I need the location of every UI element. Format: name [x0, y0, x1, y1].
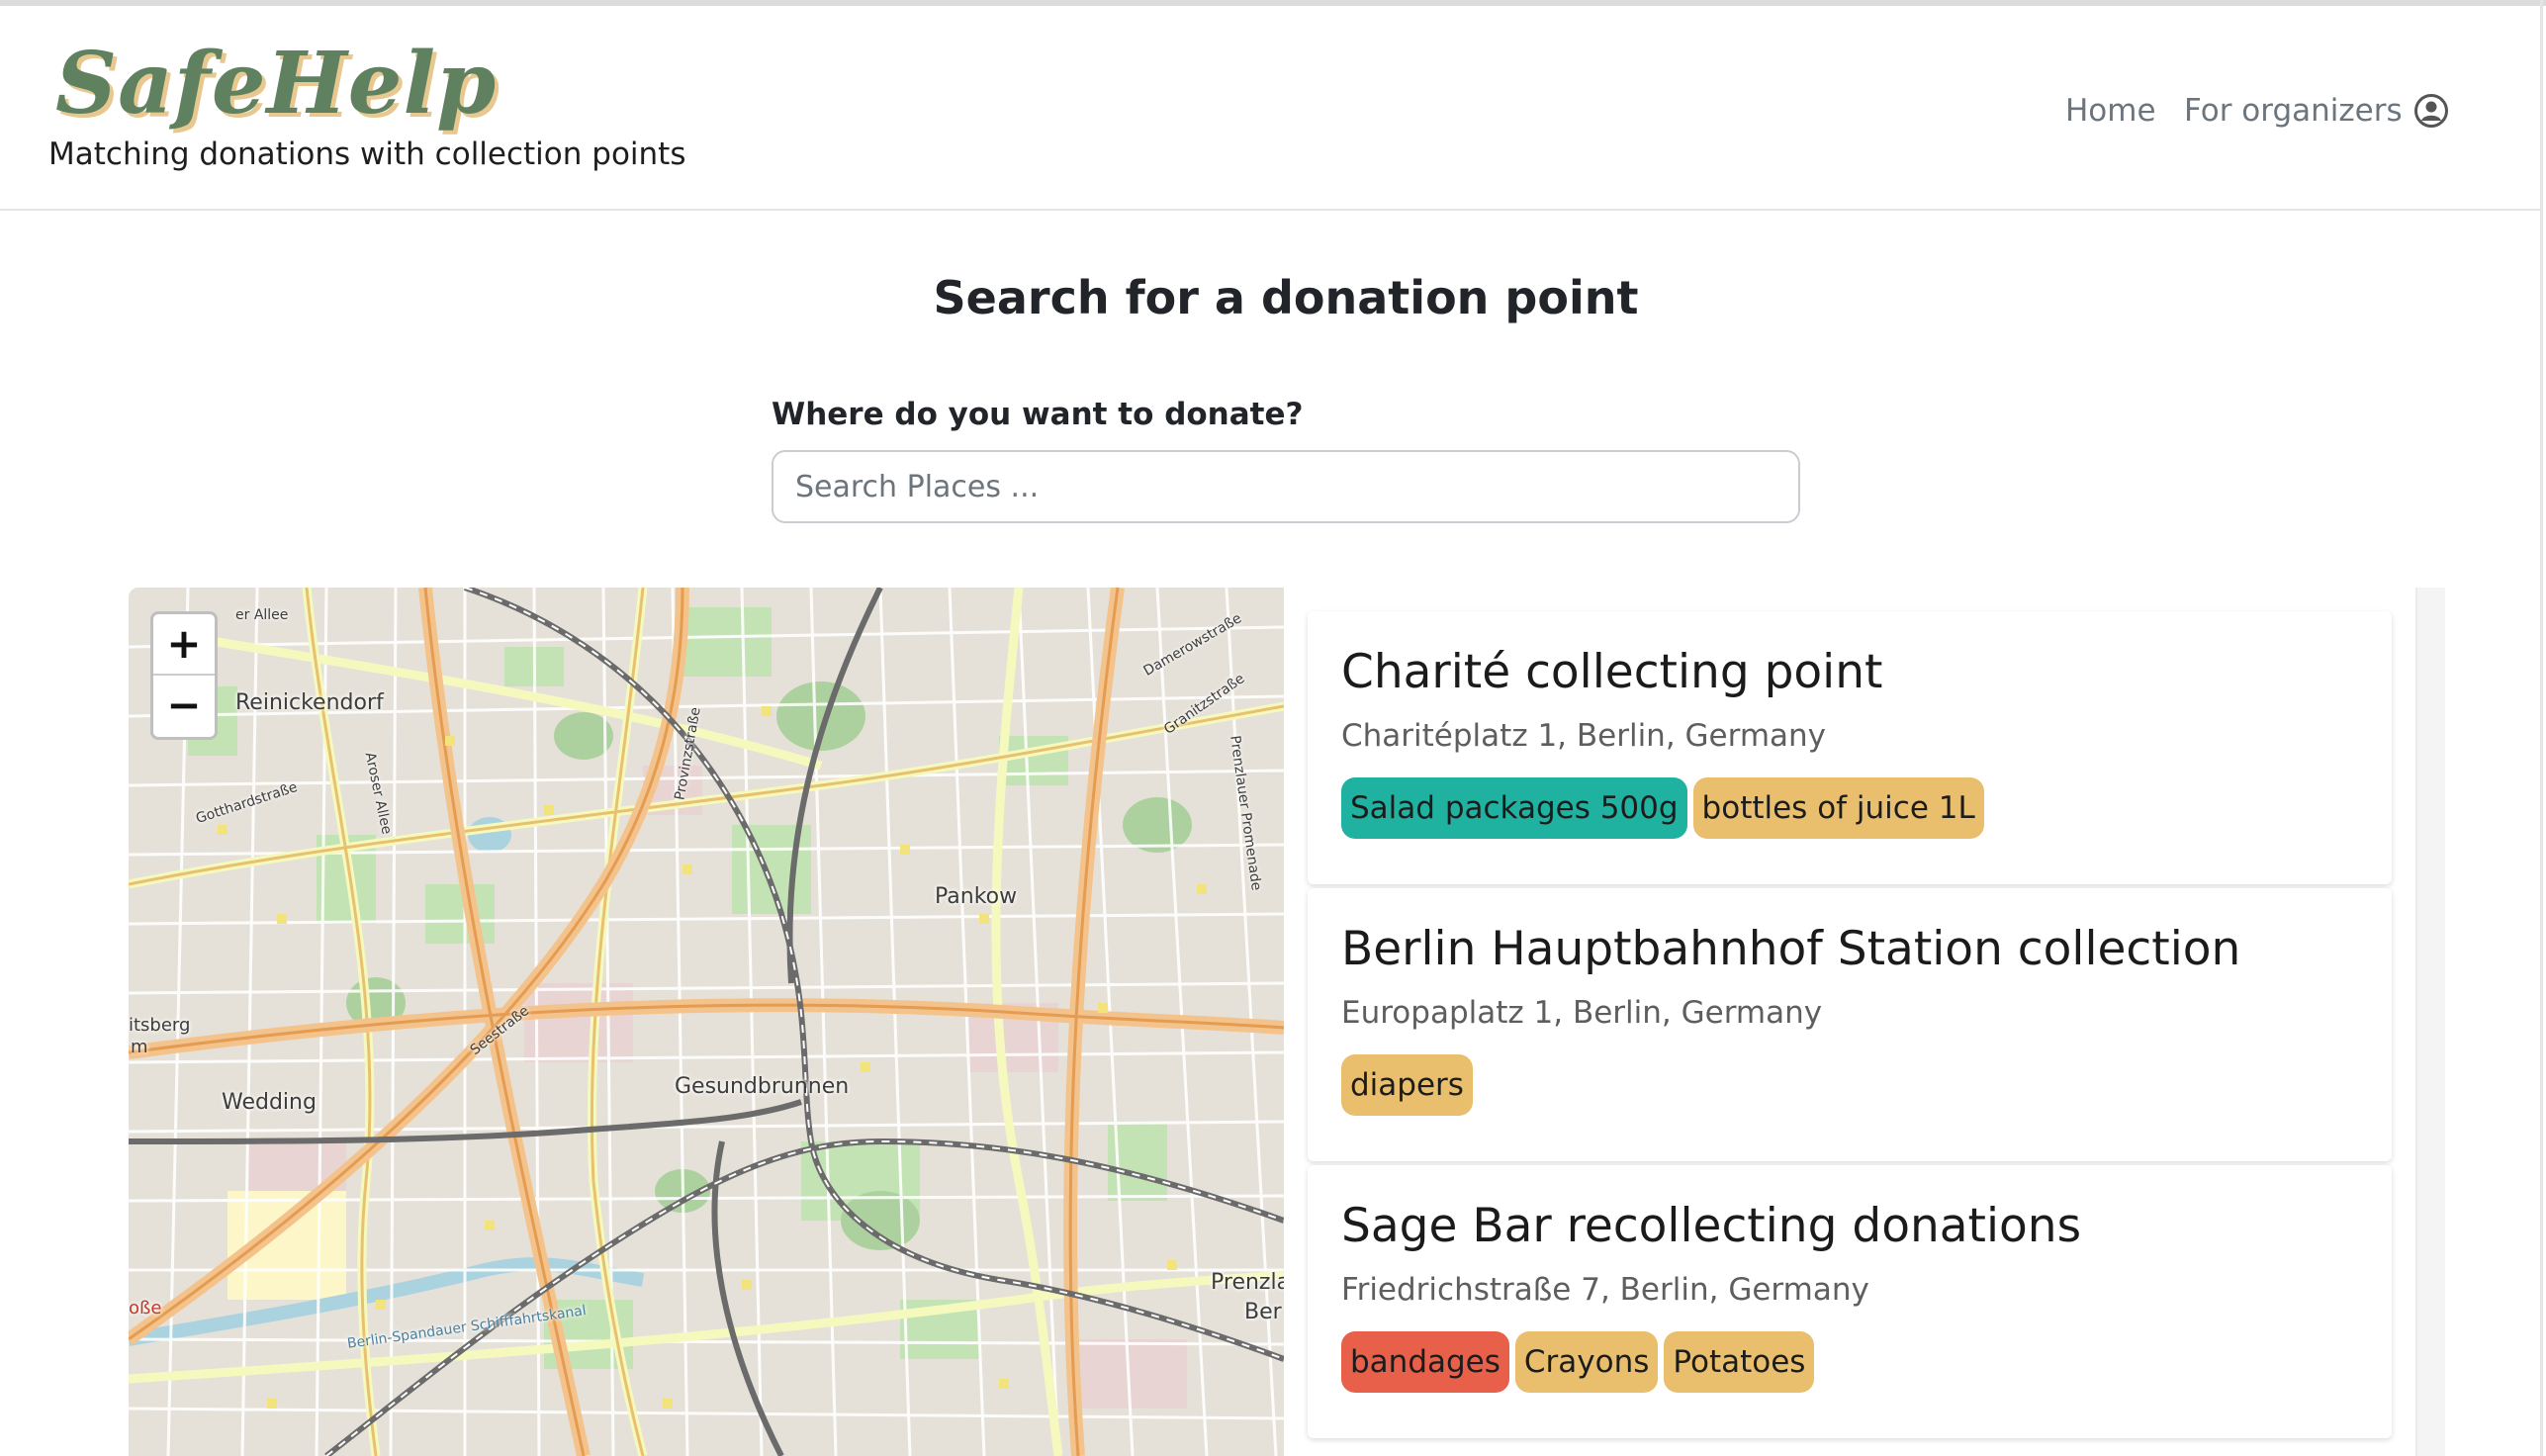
card-title: Sage Bar recollecting donations [1341, 1199, 2082, 1253]
tag-list: diapers [1341, 1054, 1479, 1118]
tagline: Matching donations with collection point… [48, 136, 686, 172]
map-view[interactable]: er Allee Reinickendorf Pankow Wedding Ge… [129, 588, 1284, 1456]
map-label-pankow: Pankow [935, 884, 1018, 909]
map-label-allee: er Allee [235, 607, 289, 623]
zoom-in-button[interactable]: + [153, 614, 215, 676]
card-title: Charité collecting point [1341, 645, 1883, 699]
donation-tag: bottles of juice 1L [1692, 777, 1984, 839]
donation-tag: bandages [1341, 1331, 1509, 1393]
list-scrollbar[interactable] [2415, 588, 2445, 1456]
donation-tag: Salad packages 500g [1341, 777, 1687, 839]
zoom-out-button[interactable]: − [153, 676, 215, 735]
card-title: Berlin Hauptbahnhof Station collection [1341, 922, 2241, 976]
collection-point-card[interactable]: Sage Bar recollecting donations Friedric… [1308, 1165, 2392, 1438]
card-address: Charitéplatz 1, Berlin, Germany [1341, 718, 1827, 754]
collection-point-card[interactable]: Charité collecting point Charitéplatz 1,… [1308, 611, 2392, 884]
donation-tag: Potatoes [1664, 1331, 1815, 1393]
right-border [2540, 0, 2543, 1456]
search-label: Where do you want to donate? [772, 397, 1304, 432]
donation-tag: diapers [1341, 1054, 1473, 1116]
site-header: SafeHelp Matching donations with collect… [0, 6, 2540, 211]
map-zoom-control: + − [150, 611, 218, 740]
map-label-osse: oße [129, 1298, 162, 1319]
map-label-prenzl: Prenzla [1211, 1270, 1284, 1295]
card-address: Europaplatz 1, Berlin, Germany [1341, 995, 1823, 1031]
card-address: Friedrichstraße 7, Berlin, Germany [1341, 1272, 1869, 1308]
page-title: Search for a donation point [933, 271, 1639, 324]
tag-list: bandages Crayons Potatoes [1341, 1331, 1820, 1395]
map-label-wedding: Wedding [222, 1090, 317, 1115]
user-account-icon[interactable] [2413, 93, 2449, 129]
map-label-reinickendorf: Reinickendorf [235, 690, 384, 715]
map-label-ber: Ber [1244, 1300, 1282, 1324]
map-label-itsberg: itsberg [129, 1015, 191, 1036]
nav-organizers-link[interactable]: For organizers [2184, 89, 2403, 133]
donation-tag: Crayons [1514, 1331, 1659, 1393]
map-tiles [129, 588, 1284, 1456]
collection-point-list[interactable]: Charité collecting point Charitéplatz 1,… [1304, 588, 2445, 1456]
map-label-gesundbrunnen: Gesundbrunnen [675, 1074, 850, 1099]
map-label-m: m [131, 1037, 148, 1057]
nav-home-link[interactable]: Home [2065, 89, 2156, 133]
logo[interactable]: SafeHelp [55, 30, 497, 138]
search-places-input[interactable] [772, 450, 1800, 523]
collection-point-card[interactable]: Berlin Hauptbahnhof Station collection E… [1308, 888, 2392, 1161]
tag-list: Salad packages 500g bottles of juice 1L [1341, 777, 1990, 841]
